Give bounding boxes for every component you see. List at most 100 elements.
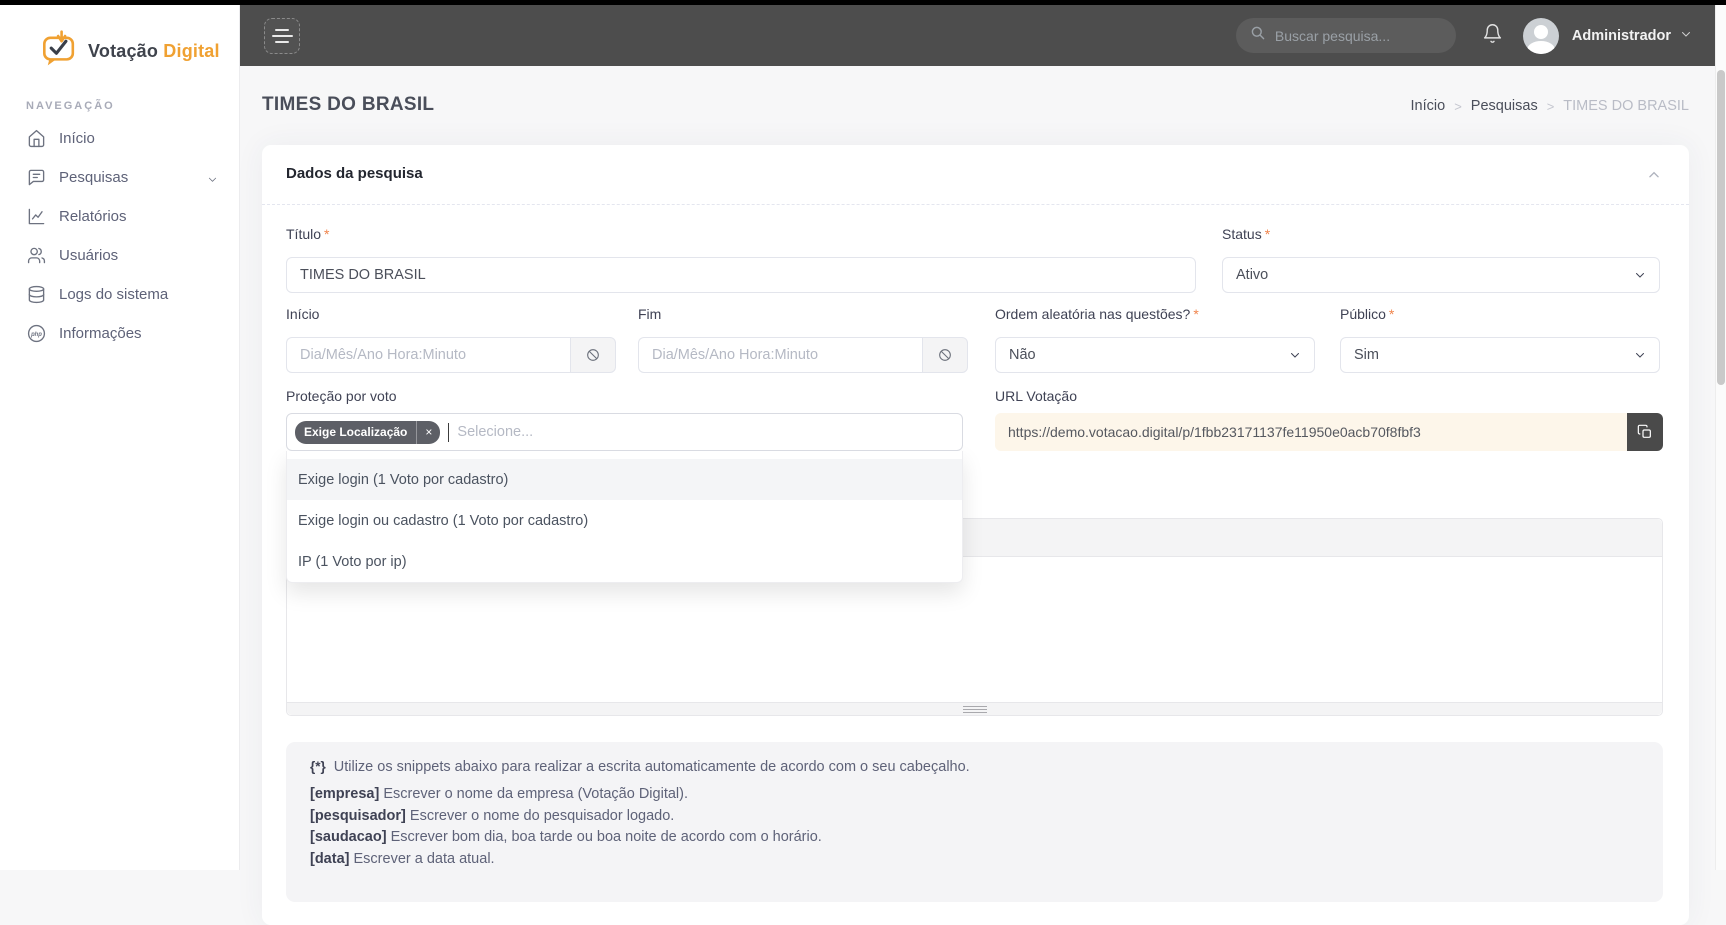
protecao-dropdown: Exige login (1 Voto por cadastro) Exige … (286, 451, 963, 583)
breadcrumb-separator: > (1454, 98, 1462, 114)
breadcrumb-separator: > (1546, 98, 1555, 114)
user-menu-chevron-icon[interactable] (1680, 27, 1692, 45)
tag-label: Exige Localização (304, 425, 408, 439)
sidebar-item-usuarios[interactable]: Usuários (0, 236, 240, 275)
users-icon (26, 246, 46, 266)
ordem-label: Ordem aleatória nas questões? * (995, 306, 1199, 322)
ordem-select[interactable]: Não (995, 337, 1315, 373)
status-value: Ativo (1236, 267, 1269, 283)
snippet-token: [data] (310, 850, 350, 867)
search-input[interactable] (1274, 27, 1435, 44)
database-icon (26, 285, 46, 305)
snippet-token: [saudacao] (310, 829, 387, 845)
collapse-chevron-icon[interactable] (1647, 168, 1661, 187)
status-label: Status * (1222, 226, 1271, 242)
snippet-item: [saudacao] Escrever bom dia, boa tarde o… (310, 829, 822, 845)
svg-text:php: php (30, 332, 42, 338)
reports-icon (26, 207, 46, 227)
user-name[interactable]: Administrador (1572, 28, 1671, 44)
protecao-multiselect[interactable]: Exige Localização × (286, 413, 963, 451)
php-icon: php (26, 324, 46, 344)
page-heading: TIMES DO BRASIL Início > Pesquisas > TIM… (262, 94, 1689, 122)
clear-date-icon[interactable] (922, 337, 968, 373)
sidebar-item-informacoes[interactable]: php Informações (0, 314, 240, 353)
breadcrumb-current: TIMES DO BRASIL (1563, 98, 1689, 114)
snippet-token: [pesquisador] (310, 807, 406, 824)
card-title: Dados da pesquisa (286, 165, 423, 182)
publico-select[interactable]: Sim (1340, 337, 1660, 373)
chevron-down-icon (207, 172, 218, 189)
brand[interactable]: Votação Digital (0, 5, 239, 77)
copy-url-button[interactable] (1627, 413, 1663, 451)
vertical-scrollbar (1715, 5, 1726, 870)
brand-name: Votação Digital (88, 40, 220, 61)
snippets-intro: {*} Utilize os snippets abaixo para real… (310, 759, 1639, 775)
sidebar: Votação Digital NAVEGAÇÃO Início Pesquis… (0, 5, 240, 870)
snippets-info-panel: {*} Utilize os snippets abaixo para real… (286, 742, 1663, 902)
topbar: Administrador (240, 5, 1726, 66)
breadcrumb: Início > Pesquisas > TIMES DO BRASIL (1411, 98, 1689, 114)
window-top-strip (0, 0, 1726, 5)
survey-data-card: Dados da pesquisa Título* Status* Ativo … (262, 145, 1689, 925)
snippets-intro-text: Utilize os snippets abaixo para realizar… (333, 759, 970, 775)
publico-value: Sim (1354, 347, 1379, 363)
menu-toggle-button[interactable] (264, 18, 300, 54)
sidebar-item-label: Informações (59, 325, 142, 342)
protecao-label: Proteção por voto (286, 388, 397, 404)
dropdown-option[interactable]: Exige login ou cadastro (1 Voto por cada… (287, 500, 962, 541)
text-caret (448, 422, 450, 442)
publico-label: Público * (1340, 306, 1395, 322)
ordem-value: Não (1009, 347, 1036, 363)
tag-remove-icon[interactable]: × (416, 420, 440, 444)
brand-logo-icon (40, 29, 78, 73)
url-input[interactable] (995, 413, 1627, 451)
url-label: URL Votação (995, 388, 1077, 404)
protecao-tag: Exige Localização × (295, 420, 441, 444)
clear-date-icon[interactable] (570, 337, 616, 373)
sidebar-nav: Início Pesquisas Relatórios Usuários Log… (0, 119, 240, 353)
sidebar-item-label: Logs do sistema (59, 286, 169, 303)
inicio-label: Início (286, 306, 320, 322)
sidebar-item-label: Usuários (59, 247, 119, 264)
survey-icon (26, 168, 46, 188)
search-icon (1250, 25, 1266, 46)
home-icon (26, 129, 46, 149)
snippet-item: [empresa] Escrever o nome da empresa (Vo… (310, 786, 688, 802)
avatar[interactable] (1522, 17, 1559, 54)
fim-date-group (638, 337, 968, 373)
fim-label: Fim (638, 306, 662, 322)
titulo-label: Título * (286, 226, 330, 242)
dropdown-option[interactable]: IP (1 Voto por ip) (287, 541, 962, 582)
protecao-search-input[interactable] (457, 424, 954, 440)
snippet-item: [pesquisador] Escrever o nome do pesquis… (310, 807, 675, 824)
snippet-icon: {*} (310, 759, 326, 774)
editor-statusbar (287, 702, 1662, 715)
select-chevron-icon (1636, 353, 1644, 358)
search-box[interactable] (1235, 18, 1456, 53)
sidebar-item-pesquisas[interactable]: Pesquisas (0, 158, 240, 197)
breadcrumb-inicio[interactable]: Início (1411, 98, 1446, 114)
card-header: Dados da pesquisa (262, 145, 1689, 205)
bell-icon[interactable] (1482, 23, 1503, 49)
sidebar-item-relatorios[interactable]: Relatórios (0, 197, 240, 236)
editor-resize-handle[interactable] (962, 705, 987, 713)
snippet-token: [empresa] (310, 786, 380, 802)
snippet-item: [data] Escrever a data atual. (310, 850, 495, 867)
url-group (995, 413, 1663, 451)
sidebar-section-label: NAVEGAÇÃO (26, 100, 115, 112)
dropdown-option[interactable]: Exige login (1 Voto por cadastro) (287, 459, 962, 500)
scrollbar-thumb[interactable] (1717, 70, 1725, 385)
sidebar-item-inicio[interactable]: Início (0, 119, 240, 158)
sidebar-item-label: Pesquisas (59, 169, 129, 186)
copy-icon (1637, 424, 1651, 438)
sidebar-item-logs[interactable]: Logs do sistema (0, 275, 240, 314)
breadcrumb-pesquisas[interactable]: Pesquisas (1471, 98, 1538, 114)
select-chevron-icon (1636, 273, 1644, 278)
sidebar-item-label: Início (59, 130, 95, 147)
titulo-input[interactable] (286, 257, 1196, 293)
topbar-right: Administrador (1235, 5, 1692, 66)
sidebar-item-label: Relatórios (59, 208, 127, 225)
inicio-date-input[interactable] (286, 337, 570, 373)
status-select[interactable]: Ativo (1222, 257, 1660, 293)
fim-date-input[interactable] (638, 337, 922, 373)
